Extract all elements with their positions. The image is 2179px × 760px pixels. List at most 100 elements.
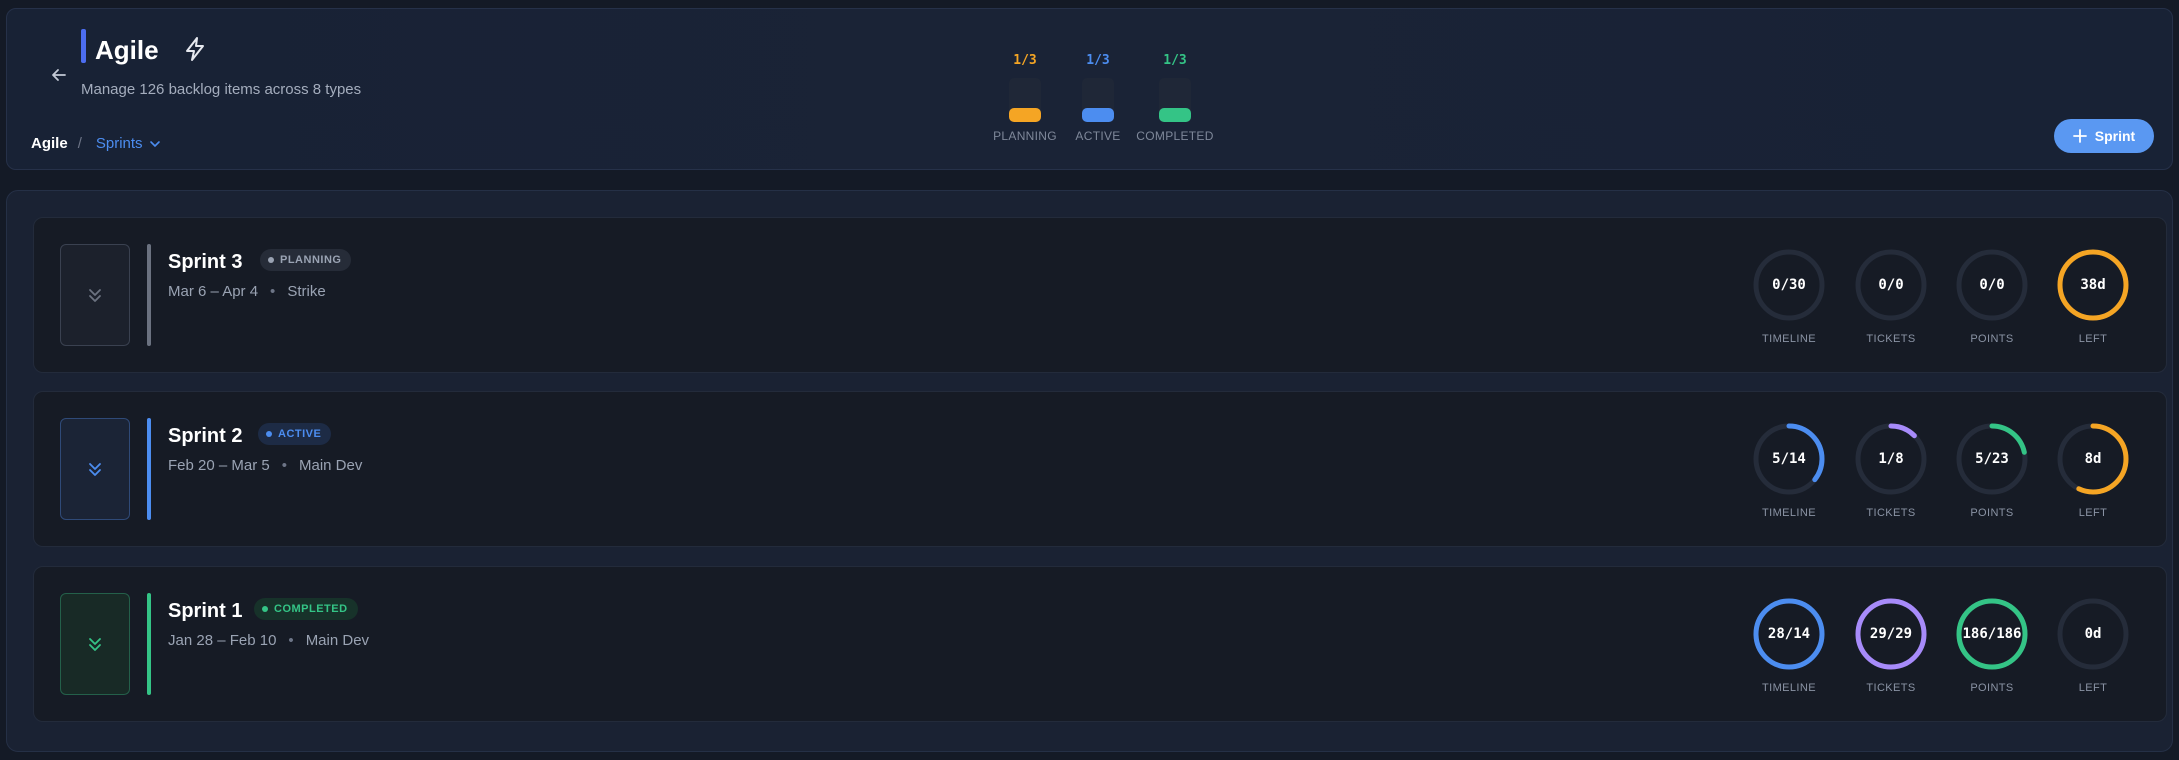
breadcrumb: Agile / Sprints	[31, 135, 161, 152]
chevrons-down-icon	[89, 638, 101, 651]
progress-ring: 28/14	[1750, 595, 1828, 673]
chevron-down-icon	[149, 140, 160, 147]
metric-label: POINTS	[1970, 682, 2014, 694]
progress-ring: 186/186	[1953, 595, 2031, 673]
metric-label: TIMELINE	[1762, 682, 1816, 694]
metric-timeline: 0/30 TIMELINE	[1747, 246, 1831, 345]
stat-label: COMPLETED	[1136, 129, 1214, 143]
metric-label: TIMELINE	[1762, 333, 1816, 345]
expand-toggle[interactable]	[60, 418, 130, 520]
sprint-meta: Mar 6 – Apr 4 • Strike	[168, 283, 326, 300]
metric-points: 186/186 POINTS	[1950, 595, 2034, 694]
plus-icon	[2072, 129, 2087, 143]
metric-points: 0/0 POINTS	[1950, 246, 2034, 345]
breadcrumb-root[interactable]: Agile	[31, 135, 68, 152]
sprint-card[interactable]: Sprint 2 ACTIVE Feb 20 – Mar 5 • Main De…	[33, 391, 2167, 547]
sprint-name: Sprint 2	[168, 425, 243, 447]
metric-value: 5/14	[1772, 451, 1806, 467]
breadcrumb-current-label: Sprints	[95, 135, 143, 152]
metric-value: 0/30	[1772, 277, 1806, 293]
chevrons-down-icon	[89, 463, 101, 476]
sprint-team: Main Dev	[305, 632, 370, 649]
progress-ring: 0d	[2054, 595, 2132, 673]
progress-ring: 38d	[2054, 246, 2132, 324]
sprint-card[interactable]: Sprint 3 PLANNING Mar 6 – Apr 4 • Strike…	[33, 217, 2167, 373]
metric-points: 5/23 POINTS	[1950, 420, 2034, 519]
status-badge-label: ACTIVE	[278, 428, 322, 440]
status-badge-label: COMPLETED	[274, 603, 348, 615]
add-sprint-label: Sprint	[2094, 128, 2136, 144]
metric-label: POINTS	[1970, 507, 2014, 519]
metric-tickets: 29/29 TICKETS	[1849, 595, 1933, 694]
progress-ring: 8d	[2054, 420, 2132, 498]
sprint-name: Sprint 3	[168, 251, 243, 273]
sprint-meta: Feb 20 – Mar 5 • Main Dev	[168, 457, 363, 474]
sprint-meta: Jan 28 – Feb 10 • Main Dev	[168, 632, 370, 649]
metric-left: 0d LEFT	[2051, 595, 2135, 694]
page-title: Agile	[95, 35, 159, 65]
back-button[interactable]	[43, 59, 75, 91]
metric-label: LEFT	[2078, 333, 2108, 345]
metric-label: TIMELINE	[1762, 507, 1816, 519]
metric-label: TICKETS	[1866, 333, 1916, 345]
sprint-dates: Mar 6 – Apr 4	[168, 283, 259, 300]
stat-bar	[1009, 78, 1041, 122]
progress-ring: 0/30	[1750, 246, 1828, 324]
stat-completed: 1/3 COMPLETED	[1130, 53, 1220, 143]
metric-value: 1/8	[1878, 451, 1904, 467]
stat-value: 1/3	[1163, 53, 1187, 68]
chevrons-down-icon	[89, 289, 101, 302]
sprint-team: Strike	[287, 283, 326, 300]
metric-value: 28/14	[1767, 626, 1811, 642]
metric-tickets: 1/8 TICKETS	[1849, 420, 1933, 519]
sprint-list: Sprint 3 PLANNING Mar 6 – Apr 4 • Strike…	[6, 190, 2173, 752]
status-accent	[147, 593, 151, 695]
status-badge: ACTIVE	[258, 423, 332, 445]
metric-timeline: 5/14 TIMELINE	[1747, 420, 1831, 519]
sprint-dates: Jan 28 – Feb 10	[168, 632, 277, 649]
stat-bar	[1159, 78, 1191, 122]
bolt-icon	[181, 35, 209, 68]
metric-label: TICKETS	[1866, 682, 1916, 694]
sprint-dates: Feb 20 – Mar 5	[168, 457, 270, 474]
progress-ring: 0/0	[1953, 246, 2031, 324]
metric-label: LEFT	[2078, 507, 2108, 519]
stat-bar	[1082, 78, 1114, 122]
progress-ring: 5/23	[1953, 420, 2031, 498]
page-header: Agile Manage 126 backlog items across 8 …	[6, 8, 2173, 170]
metric-value: 5/23	[1975, 451, 2009, 467]
status-badge-label: PLANNING	[280, 254, 342, 266]
metric-value: 0d	[2084, 626, 2102, 642]
progress-ring: 29/29	[1852, 595, 1930, 673]
metric-value: 0/0	[1878, 277, 1904, 293]
status-badge: COMPLETED	[254, 598, 358, 620]
metric-timeline: 28/14 TIMELINE	[1747, 595, 1831, 694]
metric-value: 8d	[2084, 451, 2102, 467]
arrow-left-icon	[52, 69, 66, 81]
status-accent	[147, 418, 151, 520]
breadcrumb-separator: /	[77, 135, 82, 152]
status-accent	[147, 244, 151, 346]
expand-toggle[interactable]	[60, 593, 130, 695]
metric-value: 29/29	[1869, 626, 1913, 642]
breadcrumb-current-dropdown[interactable]: Sprints	[96, 135, 161, 152]
status-badge: PLANNING	[260, 249, 352, 271]
metric-tickets: 0/0 TICKETS	[1849, 246, 1933, 345]
metric-left: 8d LEFT	[2051, 420, 2135, 519]
metric-label: POINTS	[1970, 333, 2014, 345]
metric-label: LEFT	[2078, 682, 2108, 694]
sprint-name: Sprint 1	[168, 600, 243, 622]
sprint-card[interactable]: Sprint 1 COMPLETED Jan 28 – Feb 10 • Mai…	[33, 566, 2167, 722]
metric-value: 0/0	[1979, 277, 2005, 293]
title-accent	[81, 29, 86, 63]
metric-value: 38d	[2080, 277, 2106, 293]
progress-ring: 1/8	[1852, 420, 1930, 498]
sprint-team: Main Dev	[298, 457, 363, 474]
metric-value: 186/186	[1962, 626, 2022, 642]
metric-label: TICKETS	[1866, 507, 1916, 519]
page-subtitle: Manage 126 backlog items across 8 types	[81, 81, 362, 98]
progress-ring: 5/14	[1750, 420, 1828, 498]
expand-toggle[interactable]	[60, 244, 130, 346]
metric-left: 38d LEFT	[2051, 246, 2135, 345]
add-sprint-button[interactable]: Sprint	[2054, 119, 2154, 153]
